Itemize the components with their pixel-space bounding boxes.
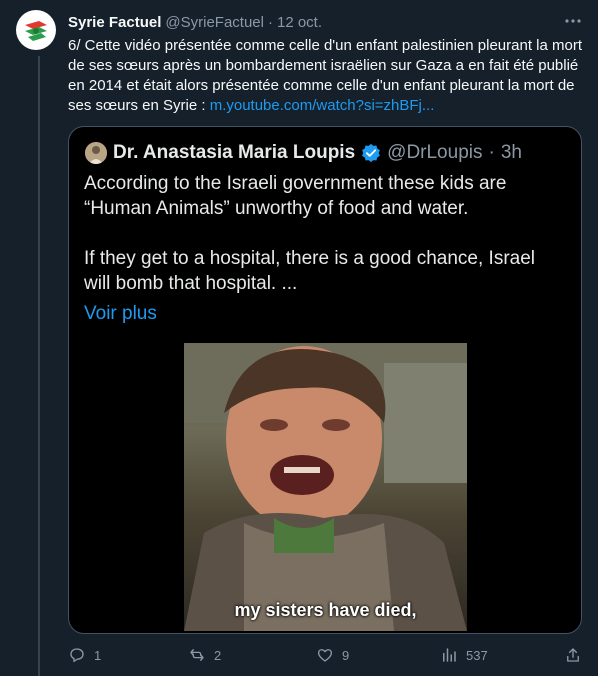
like-count: 9 <box>342 647 350 663</box>
retweet-count: 2 <box>214 647 222 663</box>
quote-line-2: If they get to a hospital, there is a go… <box>84 248 535 294</box>
quote-text: According to the Israeli government thes… <box>84 171 564 326</box>
quote-handle[interactable]: @DrLoupis <box>387 142 482 164</box>
quote-line-1: According to the Israeli government thes… <box>84 173 507 219</box>
reply-button[interactable]: 1 <box>68 646 101 664</box>
reply-icon <box>70 648 84 663</box>
thread-line <box>38 56 40 676</box>
views-button[interactable]: 537 <box>440 646 488 664</box>
reply-count: 1 <box>94 647 102 663</box>
tweet-text: 6/ Cette vidéo présentée comme celle d'u… <box>68 36 588 116</box>
like-button[interactable]: 9 <box>316 646 349 664</box>
views-icon <box>443 648 456 662</box>
quote-header: Dr. Anastasia Maria Loupis @DrLoupis · 3… <box>85 140 522 166</box>
quote-separator: · <box>488 142 495 163</box>
syrie-factuel-logo <box>20 14 52 46</box>
share-icon <box>567 648 579 662</box>
video-caption: my sisters have died, <box>234 600 417 620</box>
video-thumbnail[interactable]: my sisters have died, <box>184 343 467 631</box>
verified-icon <box>362 143 381 163</box>
avatar[interactable] <box>16 10 56 50</box>
retweet-icon <box>190 649 204 661</box>
quote-time[interactable]: 3h <box>501 142 522 164</box>
author-handle[interactable]: @SyrieFactuel <box>165 14 264 31</box>
tweet-header: Syrie Factuel @SyrieFactuel · 12 oct. <box>68 12 558 32</box>
more-icon[interactable] <box>562 10 584 32</box>
action-bar: 1 2 9 537 <box>68 646 588 666</box>
like-icon <box>317 649 333 662</box>
separator: · <box>267 13 273 31</box>
tweet-link[interactable]: m.youtube.com/watch?si=zhBFj... <box>210 97 435 114</box>
quoted-tweet[interactable]: Dr. Anastasia Maria Loupis @DrLoupis · 3… <box>68 126 582 634</box>
quote-author-name[interactable]: Dr. Anastasia Maria Loupis <box>113 142 355 164</box>
quote-avatar[interactable] <box>85 142 107 164</box>
tweet-date[interactable]: 12 oct. <box>277 14 322 31</box>
share-button[interactable] <box>564 646 582 664</box>
show-more-link[interactable]: Voir plus <box>84 301 564 326</box>
retweet-button[interactable]: 2 <box>188 646 221 664</box>
video-frame <box>184 343 467 631</box>
author-name[interactable]: Syrie Factuel <box>68 14 161 31</box>
views-count: 537 <box>466 647 488 663</box>
